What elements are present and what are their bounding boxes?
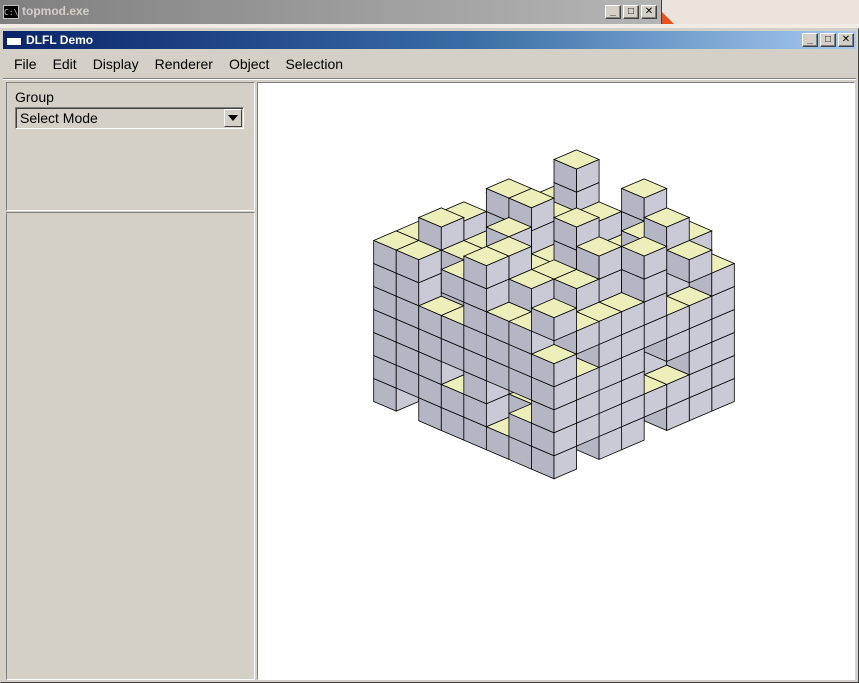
background-minimize-button[interactable]: _ — [605, 5, 621, 19]
mode-panel: Group Select Mode — [6, 82, 255, 211]
chevron-down-icon — [228, 115, 238, 121]
maximize-button[interactable]: □ — [820, 33, 836, 47]
close-icon: ✕ — [644, 6, 654, 17]
background-window-caption-buttons: _ □ ✕ — [605, 5, 657, 19]
mode-select-value: Select Mode — [20, 110, 98, 126]
3d-viewport[interactable] — [257, 82, 855, 680]
desktop-background — [662, 0, 859, 24]
background-window-titlebar[interactable]: C:\ topmod.exe _ □ ✕ — [0, 0, 662, 24]
group-label: Group — [15, 89, 54, 105]
close-icon: ✕ — [841, 34, 851, 45]
background-window-title: topmod.exe — [22, 4, 90, 18]
menu-separator — [3, 78, 856, 80]
maximize-icon: □ — [627, 6, 635, 17]
main-window: DLFL Demo _ □ ✕ File Edit Display Render… — [0, 28, 859, 683]
options-panel — [6, 212, 255, 680]
menu-selection[interactable]: Selection — [277, 53, 351, 75]
menu-edit[interactable]: Edit — [45, 53, 85, 75]
mode-select[interactable]: Select Mode — [15, 107, 244, 129]
console-icon: C:\ — [3, 5, 19, 19]
menu-file[interactable]: File — [6, 53, 45, 75]
window-title: DLFL Demo — [26, 33, 94, 47]
minimize-icon: _ — [807, 34, 813, 45]
menu-display[interactable]: Display — [85, 53, 147, 75]
menu-renderer[interactable]: Renderer — [147, 53, 221, 75]
minimize-button[interactable]: _ — [802, 33, 818, 47]
window-caption-buttons: _ □ ✕ — [802, 33, 854, 47]
3d-model-canvas[interactable] — [258, 83, 854, 679]
menu-object[interactable]: Object — [221, 53, 277, 75]
maximize-icon: □ — [824, 34, 832, 45]
minimize-icon: _ — [610, 6, 616, 17]
window-icon — [6, 34, 22, 46]
menu-bar: File Edit Display Renderer Object Select… — [3, 51, 856, 77]
mode-select-dropdown-button[interactable] — [224, 109, 242, 127]
background-close-button[interactable]: ✕ — [641, 5, 657, 19]
close-button[interactable]: ✕ — [838, 33, 854, 47]
window-titlebar[interactable]: DLFL Demo _ □ ✕ — [3, 31, 856, 49]
background-maximize-button[interactable]: □ — [623, 5, 639, 19]
